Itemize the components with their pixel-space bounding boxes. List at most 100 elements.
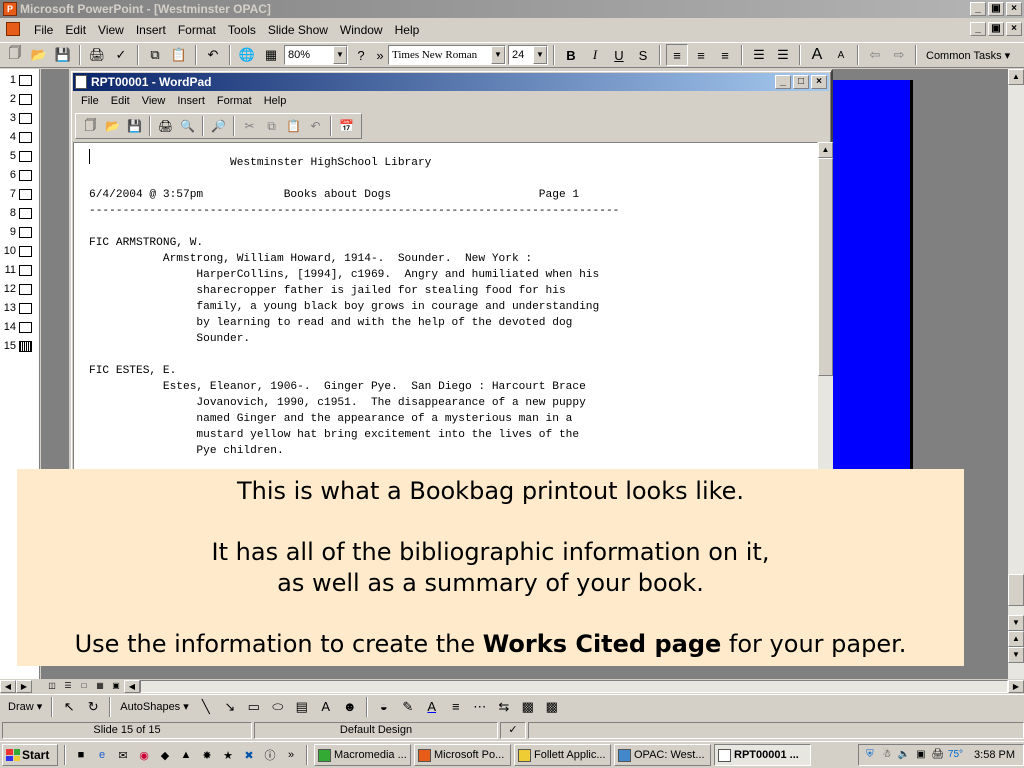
wp-paste-icon[interactable]: 📋 [283,116,304,137]
wp-new-icon[interactable]: 🗍 [80,116,101,137]
outline-slide-row[interactable]: 11 [2,261,38,279]
doc-minimize-button[interactable]: _ [970,22,986,36]
rectangle-icon[interactable]: ▭ [243,696,265,718]
slide-view-icon[interactable]: □ [76,680,92,693]
hscroll-right-icon[interactable]: ▶ [1008,679,1024,693]
previous-slide-icon[interactable]: ▲ [1008,631,1024,647]
menu-edit[interactable]: Edit [59,23,92,37]
slide-icon[interactable] [19,245,32,257]
oval-icon[interactable]: ⬭ [267,696,289,718]
slide-icon[interactable] [19,150,32,162]
arrow-style-icon[interactable]: ⇆ [493,696,515,718]
wp-save-icon[interactable]: 💾 [124,116,145,137]
network-icon[interactable]: ☃ [880,748,894,762]
select-pointer-icon[interactable]: ↖ [58,696,80,718]
slide-icon[interactable] [19,131,32,143]
spelling-status-icon[interactable]: ✓ [500,721,526,739]
menu-help[interactable]: Help [389,23,426,37]
wp-menu-view[interactable]: View [136,95,172,107]
outline-slide-row[interactable]: 3 [2,109,38,127]
chevron-down-icon[interactable]: ▼ [491,46,505,64]
spelling-icon[interactable]: ✓ [110,44,132,66]
numbering-icon[interactable]: ☰ [748,44,770,66]
wordpad-close-button[interactable]: × [811,75,827,89]
restore-button[interactable]: ▣ [988,2,1004,16]
text-box-icon[interactable]: ▤ [291,696,313,718]
slide-icon[interactable] [19,112,32,124]
chevron-down-icon[interactable]: ▼ [333,46,347,64]
open-icon[interactable]: 📂 [28,44,50,66]
normal-view-icon[interactable]: ◫ [44,680,60,693]
quicklaunch-ie-icon[interactable]: e [93,746,111,764]
hscroll-left-icon[interactable]: ◀ [124,679,140,693]
outline-slide-row[interactable]: 12 [2,280,38,298]
quicklaunch-info-icon[interactable]: ⓘ [261,746,279,764]
outline-slide-row[interactable]: 2 [2,90,38,108]
font-select[interactable]: Times New Roman ▼ [388,45,506,65]
bullets-icon[interactable]: ☰ [772,44,794,66]
start-button[interactable]: Start [2,744,58,766]
common-tasks-menu[interactable]: Common Tasks ▾ [922,49,1014,62]
wp-undo-icon[interactable]: ↶ [305,116,326,137]
shadow-icon[interactable]: S [632,44,654,66]
quicklaunch-app6-icon[interactable]: ▲ [177,746,195,764]
close-button[interactable]: × [1006,2,1022,16]
wp-menu-format[interactable]: Format [211,95,258,107]
hyperlink-icon[interactable]: 🌐 [236,44,258,66]
wp-print-preview-icon[interactable]: 🔍 [177,116,198,137]
document-text[interactable]: Westminster HighSchool Library 6/4/2004 … [89,155,619,459]
slide-icon[interactable] [19,321,32,333]
scroll-right-icon[interactable]: ▶ [16,679,32,693]
slide-icon[interactable] [19,188,32,200]
outline-slide-row[interactable]: 5 [2,147,38,165]
wp-menu-edit[interactable]: Edit [105,95,136,107]
align-left-icon[interactable]: ≡ [666,44,688,66]
print-icon[interactable]: 🖨 [86,44,108,66]
slide-icon[interactable] [19,226,32,238]
wp-print-icon[interactable]: 🖨 [155,116,176,137]
paste-icon[interactable]: 📋 [168,44,190,66]
slide-icon[interactable] [19,264,32,276]
demote-icon[interactable]: ⇨ [888,44,910,66]
slide-icon[interactable] [19,93,32,105]
slide-icon[interactable] [19,207,32,219]
autoshapes-menu[interactable]: AutoShapes ▾ [116,700,193,713]
next-slide-icon[interactable]: ▼ [1008,647,1024,663]
draw-menu[interactable]: Draw ▾ [4,700,46,713]
quicklaunch-outlook-icon[interactable]: ✉ [114,746,132,764]
wordpad-minimize-button[interactable]: _ [775,75,791,89]
align-center-icon[interactable]: ≡ [690,44,712,66]
dash-style-icon[interactable]: ⋯ [469,696,491,718]
wp-open-icon[interactable]: 📂 [102,116,123,137]
scroll-up-icon[interactable]: ▲ [1008,69,1024,85]
save-icon[interactable]: 💾 [52,44,74,66]
quicklaunch-more-icon[interactable]: » [282,746,300,764]
wp-copy-icon[interactable]: ⧉ [261,116,282,137]
menu-window[interactable]: Window [334,23,389,37]
outline-slide-row[interactable]: 9 [2,223,38,241]
quicklaunch-app7-icon[interactable]: ✸ [198,746,216,764]
align-right-icon[interactable]: ≡ [714,44,736,66]
font-color-icon[interactable]: A [421,696,443,718]
menu-tools[interactable]: Tools [222,23,262,37]
free-rotate-icon[interactable]: ↻ [82,696,104,718]
line-color-icon[interactable]: ✎ [397,696,419,718]
outline-slide-row[interactable]: 7 [2,185,38,203]
printer-icon[interactable]: 🖨 [931,748,945,762]
horizontal-scrollbar-track[interactable] [140,679,1008,693]
shadow-style-icon[interactable]: ▩ [517,696,539,718]
volume-icon[interactable]: 🔈 [897,748,911,762]
minimize-button[interactable]: _ [970,2,986,16]
vertical-scrollbar[interactable]: ▲ ▼ ▲ ▼ [1008,69,1024,679]
task-follett[interactable]: Follett Applic... [514,744,611,766]
shield-icon[interactable]: ⛨ [863,748,877,762]
doc-restore-button[interactable]: ▣ [988,22,1004,36]
zoom-select[interactable]: 80% ▼ [284,45,348,65]
font-size-select[interactable]: 24 ▼ [508,45,548,65]
outline-slide-row[interactable]: 4 [2,128,38,146]
quicklaunch-app5-icon[interactable]: ◆ [156,746,174,764]
wp-find-icon[interactable]: 🔎 [208,116,229,137]
decrease-font-icon[interactable]: A [830,44,852,66]
slide-show-icon[interactable]: ▣ [108,680,124,693]
outline-view-icon[interactable]: ☰ [60,680,76,693]
